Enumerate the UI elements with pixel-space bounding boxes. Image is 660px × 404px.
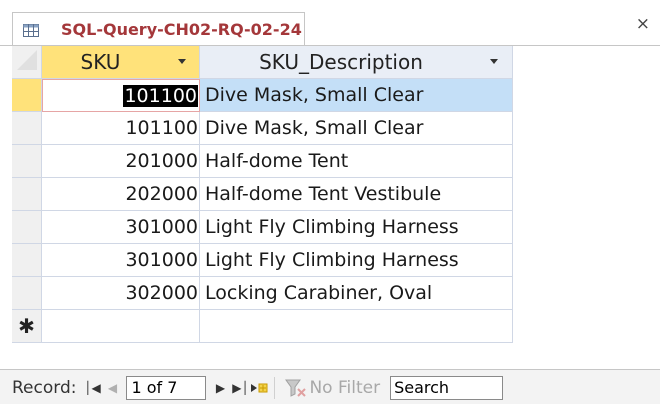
table-cell-description[interactable]: Light Fly Climbing Harness <box>200 244 513 277</box>
new-record-icon[interactable] <box>250 381 268 395</box>
table-cell-sku[interactable]: 101100 <box>42 112 200 145</box>
tab-title: SQL-Query-CH02-RQ-02-24 <box>61 20 302 39</box>
column-header-label: SKU_Description <box>259 50 423 74</box>
table-cell-description[interactable]: Light Fly Climbing Harness <box>200 211 513 244</box>
row-selector[interactable] <box>12 244 42 277</box>
chevron-down-icon[interactable] <box>178 59 186 64</box>
record-navigation-bar: Record: │◀ ◀ 1 of 7 ▶ ▶│ No Filter Searc… <box>0 369 660 404</box>
document-tab-bar: SQL-Query-CH02-RQ-02-24 × <box>0 0 660 46</box>
table-cell-description[interactable]: Locking Carabiner, Oval <box>200 277 513 310</box>
record-label: Record: <box>12 377 77 398</box>
row-selector[interactable] <box>12 178 42 211</box>
close-icon[interactable]: × <box>636 14 650 34</box>
row-selector[interactable] <box>12 112 42 145</box>
query-datasheet-icon <box>23 24 39 37</box>
row-selector[interactable] <box>12 145 42 178</box>
row-selector[interactable] <box>12 79 42 112</box>
table-cell-sku[interactable]: 301000 <box>42 244 200 277</box>
divider <box>274 376 276 399</box>
no-filter-icon <box>285 379 307 397</box>
row-selector[interactable] <box>12 211 42 244</box>
next-record-icon[interactable]: ▶ <box>210 381 230 395</box>
table-cell-description[interactable]: Half-dome Tent Vestibule <box>200 178 513 211</box>
filter-toggle[interactable]: No Filter <box>285 378 380 398</box>
cell-value: 101100 <box>123 85 198 107</box>
column-header-sku[interactable]: SKU <box>42 46 200 79</box>
column-header-label: SKU <box>80 50 121 74</box>
query-tab[interactable]: SQL-Query-CH02-RQ-02-24 <box>12 12 305 46</box>
new-record-cell-description[interactable] <box>200 310 513 343</box>
table-cell-sku[interactable]: 202000 <box>42 178 200 211</box>
column-header-sku-description[interactable]: SKU_Description <box>200 46 513 79</box>
table-cell-sku[interactable]: 101100 <box>42 79 200 112</box>
new-record-cell-sku[interactable] <box>42 310 200 343</box>
select-all-corner[interactable] <box>12 46 42 79</box>
table-cell-sku[interactable]: 201000 <box>42 145 200 178</box>
first-record-icon[interactable]: │◀ <box>82 381 102 395</box>
new-record-marker[interactable]: ✱ <box>12 310 42 343</box>
table-cell-description[interactable]: Dive Mask, Small Clear <box>200 112 513 145</box>
table-cell-sku[interactable]: 302000 <box>42 277 200 310</box>
table-cell-description[interactable]: Half-dome Tent <box>200 145 513 178</box>
record-position-input[interactable]: 1 of 7 <box>126 375 207 400</box>
chevron-down-icon[interactable] <box>490 59 498 64</box>
filter-label: No Filter <box>309 377 381 398</box>
table-cell-description[interactable]: Dive Mask, Small Clear <box>200 79 513 112</box>
datasheet-grid: SKU SKU_Description 101100 Dive Mask, Sm… <box>12 46 660 369</box>
previous-record-icon[interactable]: ◀ <box>102 381 122 395</box>
row-selector[interactable] <box>12 277 42 310</box>
last-record-icon[interactable]: ▶│ <box>230 381 250 395</box>
search-input[interactable]: Search <box>390 375 504 400</box>
table-cell-sku[interactable]: 301000 <box>42 211 200 244</box>
